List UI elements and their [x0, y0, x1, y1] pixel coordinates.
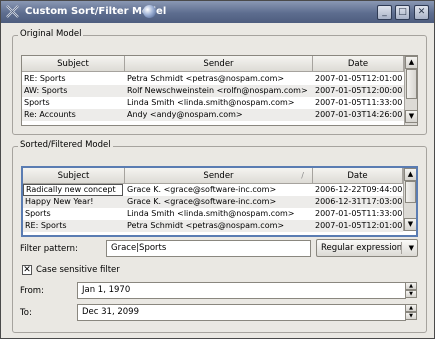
- table-row[interactable]: Radically new concept Grace K. <grace@so…: [23, 184, 403, 196]
- spin-down-icon[interactable]: ▼: [405, 312, 417, 320]
- close-button[interactable]: ✕: [414, 5, 429, 20]
- scroll-thumb[interactable]: [406, 69, 417, 99]
- sorted-scrollbar[interactable]: ▲ ▼: [403, 168, 416, 231]
- table-row[interactable]: AW: Sports Rolf Newschweinstein <rolfn@n…: [22, 85, 404, 97]
- sorted-header-sender-label: Sender: [203, 171, 234, 181]
- spin-up-icon[interactable]: ▲: [405, 304, 417, 312]
- table-row[interactable]: RE: Sports Petra Schmidt <petras@nospam.…: [23, 220, 403, 232]
- cell-subject: RE: Sports: [24, 74, 66, 83]
- cell-subject: Sports: [25, 209, 51, 218]
- spin-up-icon[interactable]: ▲: [405, 282, 417, 290]
- table-row[interactable]: Happy New Year! Grace K. <grace@software…: [23, 196, 403, 208]
- minimize-button[interactable]: _: [377, 5, 392, 20]
- original-header-subject[interactable]: Subject: [22, 56, 125, 72]
- sorted-model-title: Sorted/Filtered Model: [18, 140, 113, 150]
- cell-date: 2007-01-05T12:01:00: [315, 221, 403, 230]
- case-sensitive-checkbox[interactable]: ✕: [22, 265, 32, 275]
- table-row[interactable]: Re: Accounts Andy <andy@nospam.com> 2007…: [22, 109, 404, 121]
- cell-date: 2007-01-05T11:33:00: [315, 98, 403, 107]
- sorted-table[interactable]: Subject Sender / Date Radically new conc…: [21, 166, 418, 237]
- scroll-up-arrow[interactable]: ▲: [404, 168, 416, 181]
- scroll-up-arrow[interactable]: ▲: [405, 56, 417, 69]
- to-label: To:: [20, 308, 32, 318]
- cell-subject: Sports: [24, 98, 50, 107]
- to-date-input[interactable]: Dec 31, 2099: [77, 304, 406, 321]
- cell-sender: Andy <andy@nospam.com>: [127, 110, 243, 119]
- cell-date: 2006-12-31T17:03:00: [315, 197, 403, 206]
- sorted-header-subject[interactable]: Subject: [23, 168, 125, 184]
- cell-date: 2007-01-05T12:01:00: [315, 74, 403, 83]
- case-sensitive-label[interactable]: Case sensitive filter: [36, 265, 120, 275]
- cell-date: 2007-01-03T14:26:00: [315, 110, 403, 119]
- combo-separator: [401, 242, 402, 254]
- sorted-header-sender[interactable]: Sender /: [125, 168, 313, 184]
- filter-pattern-input[interactable]: Grace|Sports: [106, 240, 311, 257]
- filter-syntax-value: Regular expression: [321, 243, 403, 253]
- cell-sender: Grace K. <grace@software-inc.com>: [127, 197, 277, 206]
- cell-sender: Linda Smith <linda.smith@nospam.com>: [127, 98, 295, 107]
- from-label: From:: [20, 286, 44, 296]
- table-row[interactable]: Sports Linda Smith <linda.smith@nospam.c…: [22, 97, 404, 109]
- original-model-group: Original Model Subject Sender Date RE: S…: [12, 29, 427, 135]
- cell-sender: Petra Schmidt <petras@nospam.com>: [127, 74, 285, 83]
- original-model-title: Original Model: [18, 29, 84, 39]
- main-window: Custom Sort/Filter Model _ □ ✕ Original …: [0, 0, 435, 339]
- globe-icon: [143, 5, 156, 18]
- scroll-down-arrow[interactable]: ▼: [405, 110, 417, 123]
- table-row[interactable]: RE: Sports Petra Schmidt <petras@nospam.…: [22, 73, 404, 85]
- cell-date: 2007-01-05T12:00:00: [315, 86, 403, 95]
- table-row[interactable]: Sports Linda Smith <linda.smith@nospam.c…: [23, 208, 403, 220]
- cell-subject: RE: Sports: [25, 221, 67, 230]
- cell-sender: Rolf Newschweinstein <rolfn@nospam.com>: [127, 86, 308, 95]
- app-icon: [6, 5, 19, 18]
- original-header-date[interactable]: Date: [313, 56, 404, 72]
- title-bar[interactable]: Custom Sort/Filter Model _ □ ✕: [1, 1, 434, 23]
- scroll-thumb[interactable]: [405, 181, 416, 203]
- sort-indicator-icon: /: [301, 171, 304, 180]
- spin-down-icon[interactable]: ▼: [405, 290, 417, 298]
- cell-sender: Petra Schmidt <petras@nospam.com>: [127, 221, 285, 230]
- original-scrollbar[interactable]: ▲ ▼: [404, 56, 417, 125]
- cell-date: 2007-01-05T11:33:00: [315, 209, 403, 218]
- to-date-spinner[interactable]: ▲ ▼: [405, 304, 417, 321]
- from-date-input[interactable]: Jan 1, 1970: [77, 282, 406, 299]
- original-header-sender[interactable]: Sender: [125, 56, 313, 72]
- cell-subject: Happy New Year!: [25, 197, 94, 206]
- cell-sender: Grace K. <grace@software-inc.com>: [127, 185, 277, 194]
- cell-subject: Re: Accounts: [24, 110, 76, 119]
- chevron-down-icon: ▼: [408, 244, 414, 252]
- scroll-down-arrow[interactable]: ▼: [404, 218, 416, 231]
- original-table[interactable]: Subject Sender Date RE: Sports Petra Sch…: [21, 55, 418, 126]
- cell-sender: Linda Smith <linda.smith@nospam.com>: [127, 209, 295, 218]
- maximize-button[interactable]: □: [395, 5, 410, 20]
- filter-syntax-combobox[interactable]: Regular expression ▼: [316, 239, 418, 257]
- from-date-spinner[interactable]: ▲ ▼: [405, 282, 417, 299]
- cell-date: 2006-12-22T09:44:00: [315, 185, 403, 194]
- filter-pattern-label: Filter pattern:: [20, 244, 78, 254]
- sorted-header-date[interactable]: Date: [313, 168, 403, 184]
- cell-subject: AW: Sports: [24, 86, 68, 95]
- cell-subject-editing[interactable]: Radically new concept: [23, 184, 123, 196]
